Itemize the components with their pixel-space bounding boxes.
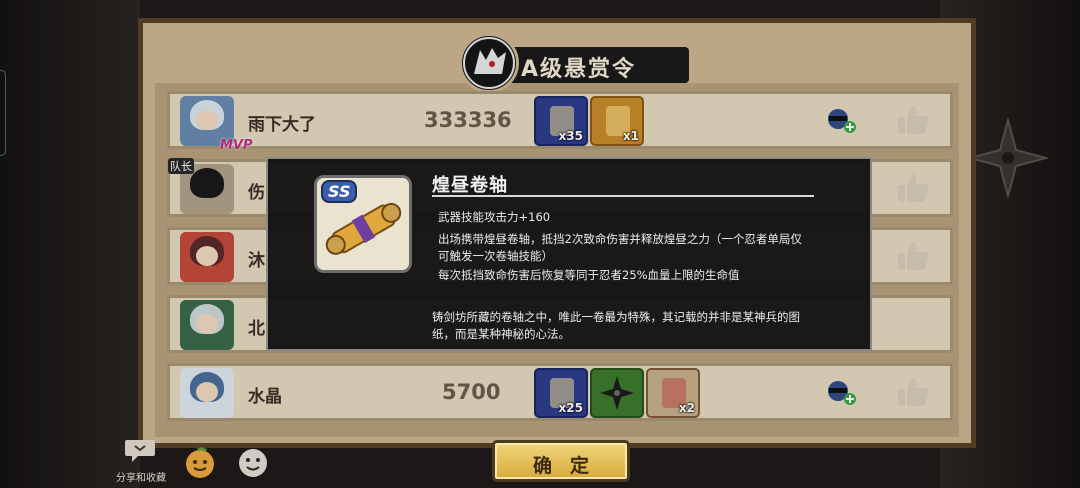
board-header: A级悬赏令 <box>459 33 699 93</box>
thumbs-up-icon[interactable] <box>896 376 930 408</box>
reward-item[interactable]: x2 <box>646 368 700 418</box>
add-friend-icon[interactable] <box>824 108 858 134</box>
table-row: 水晶 5700 x25 x2 <box>167 363 953 421</box>
reward-count: x35 <box>558 129 583 143</box>
avatar[interactable] <box>180 368 234 418</box>
flavor-text: 铸剑坊所藏的卷轴之中，唯此一卷最为特殊，其记载的并非是某神兵的图纸，而是某种神秘… <box>432 310 800 341</box>
reward-count: x1 <box>622 129 639 143</box>
share-label: 分享和收藏 <box>116 473 166 484</box>
shuriken-item-icon <box>600 376 634 410</box>
avatar-face <box>196 382 218 402</box>
effect-attack: 武器技能攻击力+160 <box>438 210 551 224</box>
thumbs-up-icon[interactable] <box>896 240 930 272</box>
effect-block: 出场携带煌昼卷轴，抵挡2次致命伤害并释放煌昼之力（一个忍者单局仅可触发一次卷轴技… <box>438 232 802 263</box>
confirm-label: 确定 <box>532 455 607 477</box>
player-name: 北 <box>248 319 265 339</box>
mvp-badge: MVP <box>220 138 253 153</box>
avatar[interactable] <box>180 300 234 350</box>
thumbs-up-icon[interactable] <box>896 104 930 136</box>
avatar-face <box>196 314 218 334</box>
wolf-emblem-icon <box>459 33 519 93</box>
avatar-face <box>196 246 218 266</box>
side-tab[interactable] <box>0 70 6 156</box>
add-friend-icon[interactable] <box>824 380 858 406</box>
reward-item[interactable]: x1 <box>590 96 644 146</box>
player-name: 伤 <box>248 183 265 203</box>
scroll-item-icon: SS <box>314 175 412 273</box>
item-detail-popup[interactable]: SS 煌昼卷轴 武器技能攻击力+160 出场携带煌昼卷轴，抵挡2次致命伤害并释放… <box>266 157 872 351</box>
player-score: 5700 <box>442 380 501 404</box>
reward-item[interactable] <box>590 368 644 418</box>
smiley-icon[interactable] <box>237 447 269 479</box>
player-score: 333336 <box>424 108 512 132</box>
table-row: MVP 雨下大了 333336 x35 x1 <box>167 91 953 153</box>
board-title: A级悬赏令 <box>521 57 637 82</box>
background-left <box>0 0 140 488</box>
captain-badge: 队长 <box>168 158 194 174</box>
avatar-hood <box>190 168 224 198</box>
share-bubble-icon <box>125 440 155 462</box>
avatar[interactable] <box>180 232 234 282</box>
reward-item[interactable]: x35 <box>534 96 588 146</box>
title-divider <box>432 195 814 197</box>
reward-count: x25 <box>558 401 583 415</box>
share-button[interactable]: 分享和收藏 <box>110 438 172 486</box>
player-name: 沐 <box>248 251 265 271</box>
shuriken-icon <box>968 118 1048 198</box>
thumbs-up-icon[interactable] <box>896 172 930 204</box>
popup-title: 煌昼卷轴 <box>432 175 508 196</box>
effect-heal: 每次抵挡致命伤害后恢复等同于忍者25%血量上限的生命值 <box>438 268 740 282</box>
reward-item[interactable]: x25 <box>534 368 588 418</box>
avatar-face <box>196 110 218 130</box>
player-name: 水晶 <box>248 387 282 407</box>
confirm-button[interactable]: 确定 <box>492 440 630 482</box>
rarity-badge: SS <box>321 180 358 203</box>
orange-face-icon[interactable] <box>184 447 216 479</box>
player-name: 雨下大了 <box>248 115 316 135</box>
reward-count: x2 <box>678 401 695 415</box>
